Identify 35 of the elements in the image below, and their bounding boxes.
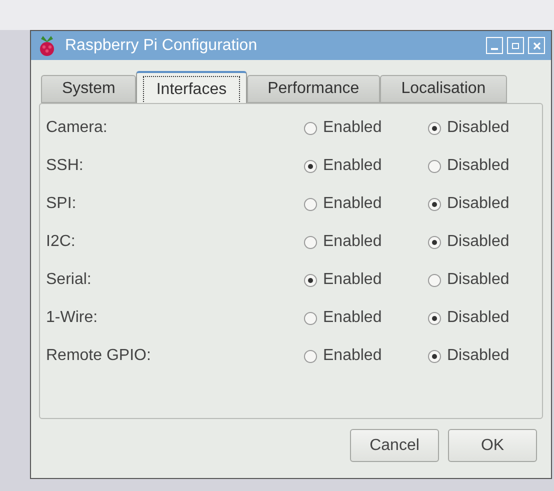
option-label: Serial:	[46, 270, 92, 290]
radio-label[interactable]: Enabled	[323, 344, 382, 368]
radio-label[interactable]: Disabled	[447, 154, 510, 178]
close-button[interactable]	[528, 37, 545, 54]
radio-label[interactable]: Disabled	[447, 268, 510, 292]
option-label: I2C:	[46, 232, 76, 252]
maximize-button[interactable]	[507, 37, 524, 54]
radio-label[interactable]: Disabled	[447, 116, 510, 140]
option-label: Remote GPIO:	[46, 346, 152, 366]
option-label: Camera:	[46, 118, 108, 138]
radio-label[interactable]: Enabled	[323, 306, 382, 330]
dialog-button[interactable]: Cancel	[350, 429, 439, 462]
radio-label[interactable]: Enabled	[323, 154, 382, 178]
radio-label[interactable]: Enabled	[323, 192, 382, 216]
minimize-icon	[491, 48, 498, 50]
radio-label[interactable]: Enabled	[323, 268, 382, 292]
maximize-icon	[512, 42, 519, 48]
radio-label[interactable]: Disabled	[447, 192, 510, 216]
option-label: SPI:	[46, 194, 78, 214]
close-icon	[532, 42, 540, 50]
minimize-button[interactable]	[486, 37, 503, 54]
radio-label[interactable]: Disabled	[447, 230, 510, 254]
raspberry-icon	[37, 34, 57, 56]
window-title: Raspberry Pi Configuration	[65, 36, 258, 56]
tab[interactable]: Performance	[246, 75, 380, 103]
dialog-button[interactable]: OK	[448, 429, 537, 462]
tab[interactable]: System	[41, 75, 136, 103]
radio-label[interactable]: Disabled	[447, 344, 510, 368]
tab[interactable]: Localisation	[380, 75, 507, 103]
radio-label[interactable]: Enabled	[323, 116, 382, 140]
radio-label[interactable]: Enabled	[323, 230, 382, 254]
option-label: 1-Wire:	[46, 308, 99, 328]
tab[interactable]: Interfaces	[136, 71, 247, 103]
option-label: SSH:	[46, 156, 84, 176]
radio-label[interactable]: Disabled	[447, 306, 510, 330]
